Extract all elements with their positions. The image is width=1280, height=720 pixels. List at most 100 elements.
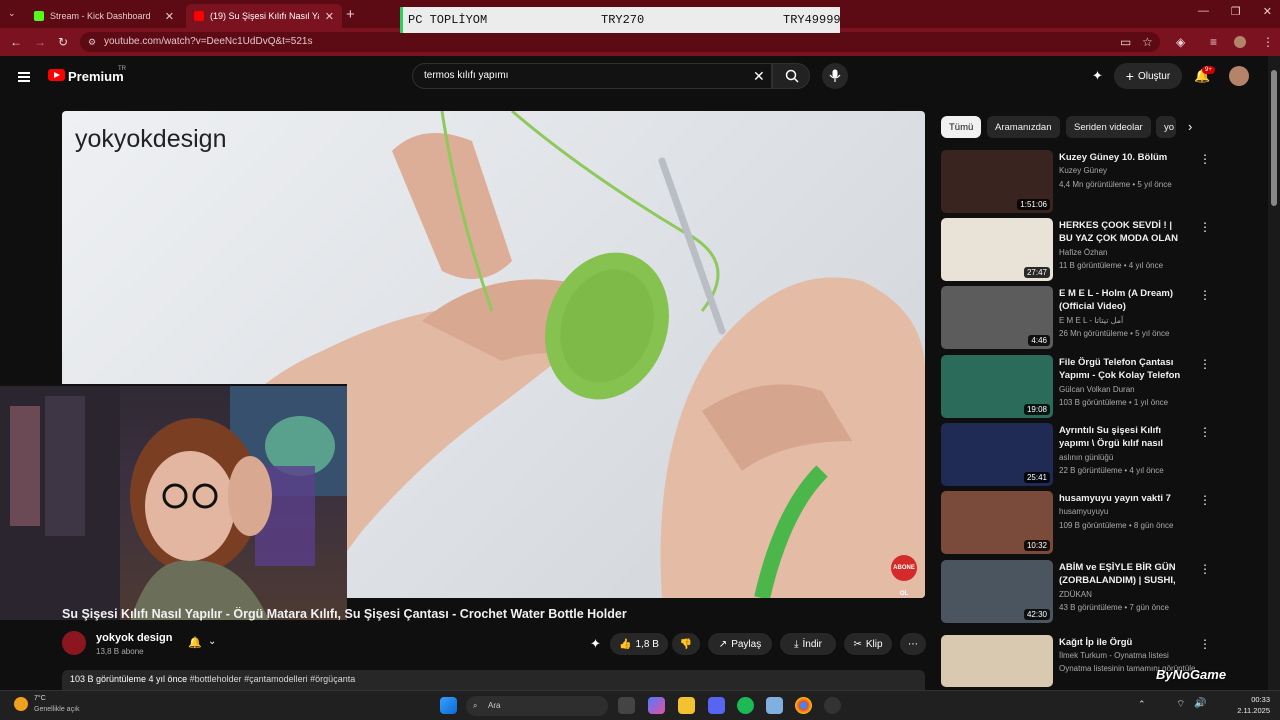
description-hashtags[interactable]: #bottleholder #çantamodelleri #örgüçanta <box>190 674 356 684</box>
recommended-title[interactable]: ABİM ve EŞİYLE BİR GÜN (ZORBALANDIM) | S… <box>1059 561 1185 587</box>
chevron-right-icon[interactable]: › <box>1188 119 1192 134</box>
kebab-menu-icon[interactable]: ⋮ <box>1199 425 1211 439</box>
page-scrollbar[interactable] <box>1268 56 1280 690</box>
recommended-channel[interactable]: ZDÜKAN <box>1059 590 1092 599</box>
maximize-button[interactable]: ❐ <box>1231 5 1241 18</box>
reload-icon[interactable]: ↻ <box>58 35 68 49</box>
video-thumbnail[interactable]: 27:47 <box>941 218 1053 281</box>
recommended-title[interactable]: husamyuyu yayın vakti 7 <box>1059 492 1185 505</box>
share-button[interactable]: ↗ Paylaş <box>708 633 772 655</box>
site-info-icon[interactable]: ⚙ <box>88 32 96 52</box>
kebab-menu-icon[interactable]: ⋮ <box>1199 152 1211 166</box>
video-thumbnail[interactable]: 25:41 <box>941 423 1053 486</box>
kebab-menu-icon[interactable]: ⋮ <box>1199 357 1211 371</box>
chip-from-search[interactable]: Aramanızdan <box>987 116 1060 138</box>
subscription-bell-button[interactable]: 🔔 ⌄ <box>180 633 224 655</box>
weather-icon[interactable] <box>14 697 28 711</box>
tab-kick-dashboard[interactable]: Stream - Kick Dashboard ✕ <box>26 4 182 28</box>
address-bar[interactable]: ⚙ youtube.com/watch?v=DeeNc1UdDvQ&t=521s <box>80 32 1160 52</box>
create-button[interactable]: + Oluştur <box>1114 63 1182 89</box>
recommended-title[interactable]: HERKES ÇOOK SEVDİ ! | BU YAZ ÇOK MODA OL… <box>1059 219 1185 245</box>
install-app-icon[interactable]: ▭ <box>1120 35 1131 49</box>
chip-from-series[interactable]: Seriden videolar <box>1066 116 1151 138</box>
recommended-video[interactable]: 25:41 Ayrıntılı Su şişesi Kılıfı yapımı … <box>941 423 1216 487</box>
video-thumbnail[interactable]: 4:46 <box>941 286 1053 349</box>
recommended-video[interactable]: 42:30 ABİM ve EŞİYLE BİR GÜN (ZORBALANDI… <box>941 560 1216 624</box>
file-explorer-icon[interactable] <box>678 697 695 714</box>
recommended-video[interactable]: 10:32 husamyuyu yayın vakti 7 husamyuyuy… <box>941 491 1216 555</box>
weather-temperature[interactable]: 7°C <box>34 695 46 702</box>
scrollbar-thumb[interactable] <box>1271 70 1277 206</box>
weather-description[interactable]: Genellikle açık <box>34 706 80 713</box>
network-icon[interactable]: ⌔ <box>1176 698 1185 711</box>
hamburger-menu-icon[interactable] <box>18 72 30 82</box>
chip-all[interactable]: Tümü <box>941 116 982 138</box>
recommended-video[interactable]: 4:46 E M E L - Holm (A Dream) (Official … <box>941 286 1216 350</box>
bookmark-star-icon[interactable]: ☆ <box>1142 35 1153 49</box>
tab-youtube-video[interactable]: (19) Su Şişesi Kılıfı Nasıl Yapılır - ✕ <box>186 4 342 28</box>
tab-list-icon[interactable]: ⌄ <box>8 8 16 19</box>
volume-icon[interactable]: 🔊 <box>1194 698 1206 709</box>
taskbar-clock[interactable]: 00:33 2.11.2025 <box>1228 694 1270 716</box>
youtube-premium-label[interactable]: Premium <box>68 69 124 84</box>
recommended-video[interactable]: 19:08 File Örgü Telefon Çantası Yapımı -… <box>941 355 1216 419</box>
clip-button[interactable]: ✂ Klip <box>844 633 892 655</box>
description-box[interactable]: 103 B görüntüleme 4 yıl önce #bottlehold… <box>62 670 925 690</box>
dislike-button[interactable]: 👎 <box>672 633 700 655</box>
video-thumbnail[interactable]: 1:51:06 <box>941 150 1053 213</box>
profile-icon[interactable] <box>1234 36 1246 48</box>
channel-name[interactable]: yokyok design <box>96 632 172 644</box>
playlist-thumbnail[interactable] <box>941 635 1053 687</box>
discord-icon[interactable] <box>708 697 725 714</box>
browser-menu-icon[interactable]: ⋮ <box>1262 35 1274 49</box>
search-input[interactable]: termos kılıfı yapımı ✕ <box>412 63 772 89</box>
clear-search-icon[interactable]: ✕ <box>753 68 765 85</box>
chip-more[interactable]: yo <box>1156 116 1176 138</box>
like-button[interactable]: 👍 1,8 B <box>610 633 668 655</box>
recommended-channel[interactable]: Hafize Özhan <box>1059 248 1107 257</box>
close-tab-icon[interactable]: ✕ <box>325 10 334 23</box>
video-thumbnail[interactable]: 19:08 <box>941 355 1053 418</box>
ask-ai-icon[interactable]: ✦ <box>590 636 601 652</box>
video-thumbnail[interactable]: 10:32 <box>941 491 1053 554</box>
subscribe-watermark-badge[interactable]: ABONE OL <box>891 555 917 597</box>
recommended-title[interactable]: Kuzey Güney 10. Bölüm <box>1059 151 1185 164</box>
recommended-title[interactable]: E M E L - Holm (A Dream) (Official Video… <box>1059 287 1185 313</box>
search-button[interactable] <box>772 63 810 89</box>
recommended-channel[interactable]: İlmek Turkum - Oynatma listesi <box>1059 651 1169 660</box>
channel-avatar[interactable] <box>62 631 86 655</box>
account-avatar[interactable] <box>1229 66 1249 86</box>
taskbar-search[interactable]: ⌕ Ara <box>466 696 608 716</box>
youtube-logo-icon[interactable] <box>48 69 65 81</box>
start-icon[interactable] <box>440 697 457 714</box>
spotify-icon[interactable] <box>737 697 754 714</box>
recommended-video[interactable]: 1:51:06 Kuzey Güney 10. Bölüm Kuzey Güne… <box>941 150 1216 214</box>
show-hidden-icons[interactable]: ⌃ <box>1138 699 1146 710</box>
kebab-menu-icon[interactable]: ⋮ <box>1199 288 1211 302</box>
task-view-icon[interactable] <box>618 697 635 714</box>
obs-icon[interactable] <box>824 697 841 714</box>
video-thumbnail[interactable]: 42:30 <box>941 560 1053 623</box>
recommended-title[interactable]: Kağıt İp ile Örgü <box>1059 636 1185 649</box>
extensions-icon[interactable]: ◈ <box>1176 35 1185 49</box>
app-icon[interactable] <box>766 697 783 714</box>
forward-icon[interactable]: → <box>34 35 46 49</box>
close-window-button[interactable]: ✕ <box>1263 5 1272 18</box>
chrome-icon[interactable] <box>795 697 812 714</box>
more-actions-button[interactable]: ⋯ <box>900 633 926 655</box>
close-tab-icon[interactable]: ✕ <box>165 10 174 23</box>
reading-list-icon[interactable]: ≡ <box>1210 35 1217 49</box>
recommended-channel[interactable]: husamyuyuyu <box>1059 507 1108 516</box>
kebab-menu-icon[interactable]: ⋮ <box>1199 562 1211 576</box>
kebab-menu-icon[interactable]: ⋮ <box>1199 220 1211 234</box>
minimize-button[interactable]: — <box>1198 5 1209 18</box>
recommended-title[interactable]: File Örgü Telefon Çantası Yapımı - Çok K… <box>1059 356 1185 382</box>
recommended-video[interactable]: 27:47 HERKES ÇOOK SEVDİ ! | BU YAZ ÇOK M… <box>941 218 1216 282</box>
download-button[interactable]: ⤓ İndir <box>780 633 836 655</box>
back-icon[interactable]: ← <box>10 35 22 49</box>
recommended-channel[interactable]: Gülcan Volkan Duran <box>1059 385 1135 394</box>
kebab-menu-icon[interactable]: ⋮ <box>1199 637 1211 651</box>
voice-search-button[interactable] <box>822 63 848 89</box>
magic-icon[interactable]: ✦ <box>1092 68 1103 84</box>
copilot-icon[interactable] <box>648 697 665 714</box>
